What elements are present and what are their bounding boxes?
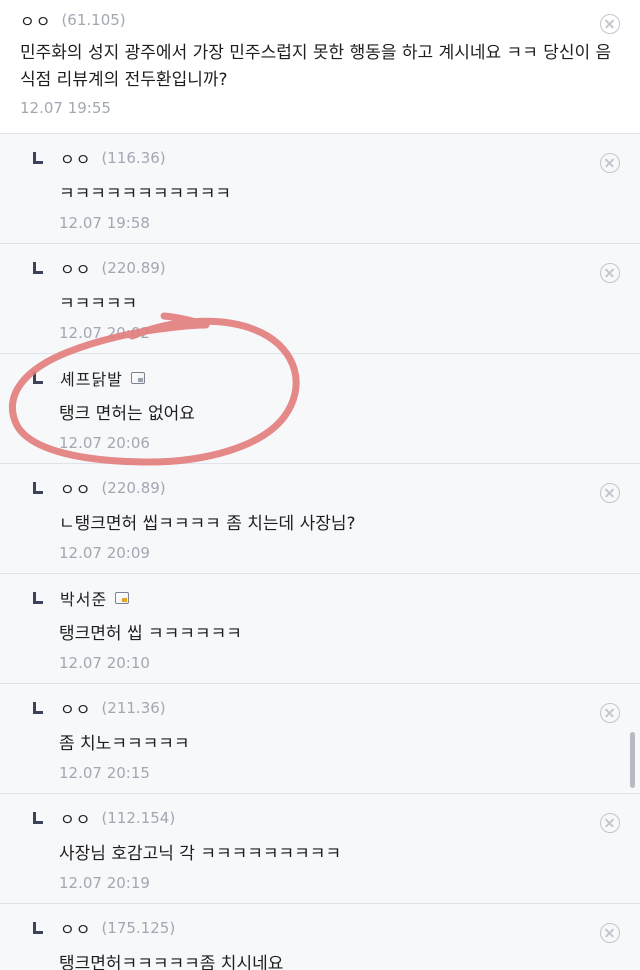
reply-arrow-icon [32,262,44,274]
reply-date: 12.07 20:06 [59,434,150,452]
reply-arrow-icon [32,702,44,714]
comment-header: ㅇㅇ (61.105) [20,8,126,32]
reply-header: ㅇㅇ (220.89) [32,256,166,280]
reply-header: ㅇㅇ (112.154) [32,806,175,830]
reply-arrow-icon [32,592,44,604]
reply-nickname[interactable]: ㅇㅇ [60,696,91,720]
comment-text: 민주화의 성지 광주에서 가장 민주스럽지 못한 행동을 하고 계시네요 ㅋㅋ … [20,43,612,90]
delete-comment-icon[interactable] [600,14,620,34]
reply-nickname[interactable]: ㅇㅇ [60,476,91,500]
reply-header: 박서준 [32,586,130,610]
reply-text: ㄴ탱크면허 씹ㅋㅋㅋㅋ 좀 치는데 사장님? [59,514,356,534]
reply-nickname[interactable]: 셰프닭발 [60,366,123,390]
reply-nickname[interactable]: 박서준 [60,586,107,610]
reply-text: 탱크면허 씹 ㅋㅋㅋㅋㅋㅋ [59,624,242,644]
reply-date: 12.07 20:15 [59,764,150,782]
reply-date: 12.07 20:02 [59,324,150,342]
reply-nickname[interactable]: ㅇㅇ [60,916,91,940]
reply-header: ㅇㅇ (211.36) [32,696,166,720]
reply-ip: (220.89) [101,259,166,277]
reply-ip: (175.125) [101,919,176,937]
reply-date: 12.07 20:19 [59,874,150,892]
comment-ip: (61.105) [61,11,126,29]
reply-comment-owner: 셰프닭발 탱크 면허는 없어요 12.07 20:06 [0,354,640,464]
reply-text: ㅋㅋㅋㅋㅋㅋㅋㅋㅋㅋㅋ [59,184,232,204]
reply-date: 12.07 19:58 [59,214,150,232]
reply-ip: (116.36) [101,149,166,167]
comment-nickname[interactable]: ㅇㅇ [20,8,51,32]
reply-header: 셰프닭발 [32,366,145,390]
reply-arrow-icon [32,482,44,494]
reply-text: 사장님 호감고닉 각 ㅋㅋㅋㅋㅋㅋㅋㅋㅋ [59,844,342,864]
reply-comment: ㅇㅇ (175.125) 탱크면허ㅋㅋㅋㅋㅋ좀 치시네요 [0,904,640,970]
reply-arrow-icon [32,372,44,384]
reply-ip: (211.36) [101,699,166,717]
delete-reply-icon[interactable] [600,263,620,283]
comment-list: ㅇㅇ (61.105) 민주화의 성지 광주에서 가장 민주스럽지 못한 행동을… [0,0,640,970]
reply-arrow-icon [32,152,44,164]
reply-header: ㅇㅇ (175.125) [32,916,175,940]
reply-comment: ㅇㅇ (112.154) 사장님 호감고닉 각 ㅋㅋㅋㅋㅋㅋㅋㅋㅋ 12.07 … [0,794,640,904]
reply-nickname[interactable]: ㅇㅇ [60,256,91,280]
reply-text: 탱크 면허는 없어요 [59,404,195,424]
reply-text: ㅋㅋㅋㅋㅋ [59,294,138,314]
comment-root: ㅇㅇ (61.105) 민주화의 성지 광주에서 가장 민주스럽지 못한 행동을… [0,0,640,134]
reply-nickname[interactable]: ㅇㅇ [60,146,91,170]
reply-header: ㅇㅇ (220.89) [32,476,166,500]
comment-date: 12.07 19:55 [20,99,111,117]
reply-comment: ㅇㅇ (116.36) ㅋㅋㅋㅋㅋㅋㅋㅋㅋㅋㅋ 12.07 19:58 [0,134,640,244]
delete-reply-icon[interactable] [600,923,620,943]
reply-arrow-icon [32,922,44,934]
reply-comment: 박서준 탱크면허 씹 ㅋㅋㅋㅋㅋㅋ 12.07 20:10 [0,574,640,684]
reply-text: 좀 치노ㅋㅋㅋㅋㅋ [59,734,190,754]
reply-header: ㅇㅇ (116.36) [32,146,166,170]
reply-arrow-icon [32,812,44,824]
reply-date: 12.07 20:10 [59,654,150,672]
reply-comment: ㅇㅇ (220.89) ㅋㅋㅋㅋㅋ 12.07 20:02 [0,244,640,354]
reply-comment: ㅇㅇ (220.89) ㄴ탱크면허 씹ㅋㅋㅋㅋ 좀 치는데 사장님? 12.07… [0,464,640,574]
fixed-nick-badge-icon [130,372,145,384]
delete-reply-icon[interactable] [600,813,620,833]
reply-ip: (112.154) [101,809,176,827]
reply-ip: (220.89) [101,479,166,497]
delete-reply-icon[interactable] [600,703,620,723]
delete-reply-icon[interactable] [600,483,620,503]
reply-comment: ㅇㅇ (211.36) 좀 치노ㅋㅋㅋㅋㅋ 12.07 20:15 [0,684,640,794]
reply-date: 12.07 20:09 [59,544,150,562]
reply-nickname[interactable]: ㅇㅇ [60,806,91,830]
scrollbar-thumb[interactable] [630,732,635,788]
fixed-nick-badge-icon [115,592,130,604]
delete-reply-icon[interactable] [600,153,620,173]
reply-text: 탱크면허ㅋㅋㅋㅋㅋ좀 치시네요 [59,954,284,970]
